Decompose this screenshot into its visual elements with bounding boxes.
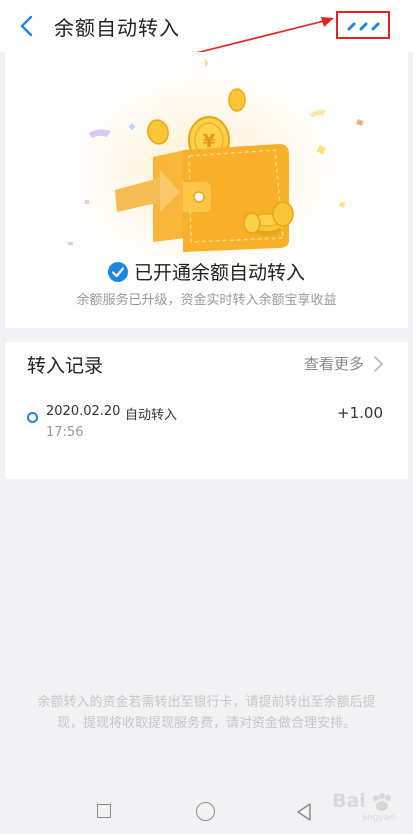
watermark-logo: Bai jingyan <box>318 788 408 828</box>
recent-apps-icon[interactable] <box>97 804 111 818</box>
status-row: 已开通余额自动转入 <box>5 258 408 285</box>
record-type: 自动转入 <box>125 408 178 423</box>
status-subtitle: 余额服务已升级，资金实时转入余额宝享收益 <box>76 293 337 308</box>
paw-icon <box>373 793 391 811</box>
check-circle-icon <box>107 262 128 282</box>
watermark-subtext: jingyan <box>362 813 395 823</box>
record-date: 2020.02.20 <box>46 404 121 419</box>
record-time: 17:56 <box>46 425 84 440</box>
see-more-link[interactable]: 查看更多 <box>304 353 364 374</box>
transfer-records-card: 转入记录 查看更多 2020.02.20 自动转入 17:56 +1.00 <box>5 342 408 479</box>
footer-notice: 余额转入的资金若需转出至银行卡，请提前转出至余额后提现，提现将收取提现服务费，请… <box>37 695 376 731</box>
watermark-text: Bai <box>332 790 366 812</box>
hero-card: ¥ 已开通余额自动转入 余额服务已升级，资金实时转入余额宝享收益 <box>5 52 408 328</box>
status-text: 已开通余额自动转入 <box>133 262 305 284</box>
back-triangle-icon[interactable] <box>295 802 313 822</box>
timeline-dot-icon <box>27 412 38 423</box>
record-amount: +1.00 <box>337 404 383 422</box>
section-title: 转入记录 <box>27 355 104 377</box>
wallet-illustration: ¥ <box>68 58 364 252</box>
chevron-right-icon[interactable] <box>371 355 385 373</box>
home-icon[interactable] <box>196 802 215 821</box>
